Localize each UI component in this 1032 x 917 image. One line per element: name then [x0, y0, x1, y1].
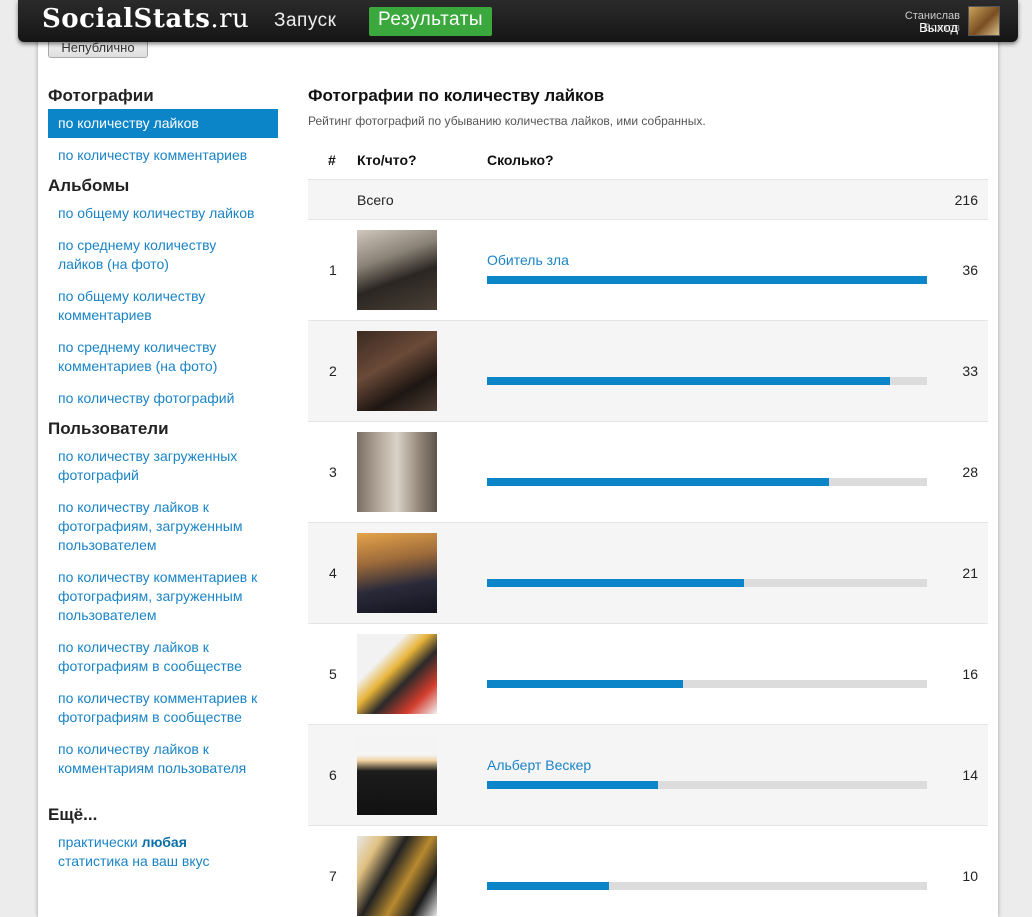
- col-header-num: #: [328, 152, 336, 168]
- photo-dark-crowd-icon[interactable]: [357, 230, 437, 310]
- row-label[interactable]: Обитель зла: [487, 252, 569, 268]
- sidebar-item-albums-total-likes[interactable]: по общему количеству лайков: [48, 199, 278, 228]
- sidebar-item-albums-avg-comments[interactable]: по среднему количеству комментариев (на …: [48, 333, 278, 381]
- avatar[interactable]: [968, 6, 1000, 36]
- row-rank: 3: [329, 464, 337, 480]
- more-pre: практически: [58, 834, 142, 850]
- likes-bar-track: [487, 478, 927, 486]
- likes-bar-fill: [487, 680, 683, 688]
- photo-lego-trio-icon[interactable]: [357, 836, 437, 916]
- nav-results[interactable]: Результаты: [369, 7, 493, 36]
- row-value: 14: [962, 767, 978, 783]
- likes-bar-track: [487, 276, 927, 284]
- sidebar-item-albums-photo-count[interactable]: по количеству фотографий: [48, 384, 278, 413]
- row-value: 33: [962, 363, 978, 379]
- sidebar-item-users-uploaded[interactable]: по количеству загруженных фотографий: [48, 442, 278, 490]
- row-rank: 7: [329, 868, 337, 884]
- sidebar-heading-albums: Альбомы: [48, 176, 130, 195]
- page-subtitle: Рейтинг фотографий по убыванию количеств…: [308, 114, 706, 128]
- row-value: 28: [962, 464, 978, 480]
- row-value: 36: [962, 262, 978, 278]
- photo-lego-group-icon[interactable]: [357, 634, 437, 714]
- photo-street-icon[interactable]: [357, 432, 437, 512]
- sidebar-item-users-likes-community[interactable]: по количеству лайков к фотографиям в соо…: [48, 633, 278, 681]
- likes-bar-fill: [487, 377, 891, 385]
- sidebar-item-users-likes-uploaded[interactable]: по количеству лайков к фотографиям, загр…: [48, 493, 278, 560]
- row-rank: 2: [329, 363, 337, 379]
- more-bold: любая: [141, 834, 187, 850]
- col-header-how: Сколько?: [487, 152, 554, 168]
- page-title: Фотографии по количеству лайков: [308, 86, 605, 105]
- likes-bar-fill: [487, 882, 610, 890]
- sidebar-item-albums-total-comments[interactable]: по общему количеству комментариев: [48, 282, 278, 330]
- logo-main: SocialStats: [42, 4, 211, 34]
- row-rank: 4: [329, 565, 337, 581]
- table-row: 5 16: [308, 624, 988, 725]
- top-bar: SocialStats.ru Запуск Результаты Станисл…: [18, 0, 1018, 42]
- table-row: 4 21: [308, 523, 988, 624]
- likes-bar-fill: [487, 478, 830, 486]
- row-value: 10: [962, 868, 978, 884]
- photo-explosion-icon[interactable]: [357, 533, 437, 613]
- sidebar-more-text[interactable]: практически любая статистика на ваш вкус: [48, 828, 278, 876]
- row-label[interactable]: Альберт Вескер: [487, 757, 591, 773]
- col-header-who: Кто/что?: [357, 152, 417, 168]
- main-content: Фотографии по количеству лайков Рейтинг …: [308, 86, 988, 917]
- sidebar-item-users-comments-uploaded[interactable]: по количеству комментариев к фотографиям…: [48, 563, 278, 630]
- sidebar-item-photos-likes[interactable]: по количеству лайков: [48, 109, 278, 138]
- sidebar: Фотографии по количеству лайков по колич…: [48, 86, 278, 876]
- likes-bar-track: [487, 579, 927, 587]
- logout-link[interactable]: Выход: [919, 20, 958, 35]
- likes-bar-track: [487, 680, 927, 688]
- more-post: статистика на ваш вкус: [58, 853, 210, 869]
- row-value: 21: [962, 565, 978, 581]
- sidebar-item-albums-avg-likes[interactable]: по среднему количеству лайков (на фото): [48, 231, 278, 279]
- sidebar-item-users-comment-likes[interactable]: по количеству лайков к комментариям поль…: [48, 735, 278, 783]
- table-row: 1 Обитель зла 36: [308, 220, 988, 321]
- photo-lego-wesker-icon[interactable]: [357, 735, 437, 815]
- total-label: Всего: [357, 192, 394, 208]
- likes-bar-fill: [487, 579, 744, 587]
- total-row: Всего 216: [308, 180, 988, 220]
- row-rank: 5: [329, 666, 337, 682]
- total-value: 216: [954, 192, 978, 208]
- row-value: 16: [962, 666, 978, 682]
- row-rank: 6: [329, 767, 337, 783]
- table-row: 2 33: [308, 321, 988, 422]
- likes-bar-track: [487, 882, 927, 890]
- likes-bar-fill: [487, 781, 659, 789]
- site-logo[interactable]: SocialStats.ru: [42, 4, 249, 34]
- table-header: # Кто/что? Сколько?: [308, 140, 988, 180]
- sidebar-item-photos-comments[interactable]: по количеству комментариев: [48, 141, 278, 170]
- table-row: 3 28: [308, 422, 988, 523]
- photo-woman-gun-icon[interactable]: [357, 331, 437, 411]
- likes-bar-track: [487, 781, 927, 789]
- logo-tld: .ru: [210, 4, 250, 34]
- ranking-list: 1 Обитель зла 36 2 33 3 28 4 21 5 16 6 Альберт Веске…: [308, 220, 988, 917]
- nav-launch[interactable]: Запуск: [274, 10, 336, 32]
- table-row: 6 Альберт Вескер 14: [308, 725, 988, 826]
- likes-bar-fill: [487, 276, 927, 284]
- sidebar-heading-users: Пользователи: [48, 419, 169, 438]
- sidebar-heading-photos: Фотографии: [48, 86, 154, 105]
- likes-bar-track: [487, 377, 927, 385]
- sidebar-heading-more: Ещё...: [48, 805, 98, 824]
- sidebar-item-users-comments-community[interactable]: по количеству комментариев к фотографиям…: [48, 684, 278, 732]
- table-row: 7 10: [308, 826, 988, 917]
- row-rank: 1: [329, 262, 337, 278]
